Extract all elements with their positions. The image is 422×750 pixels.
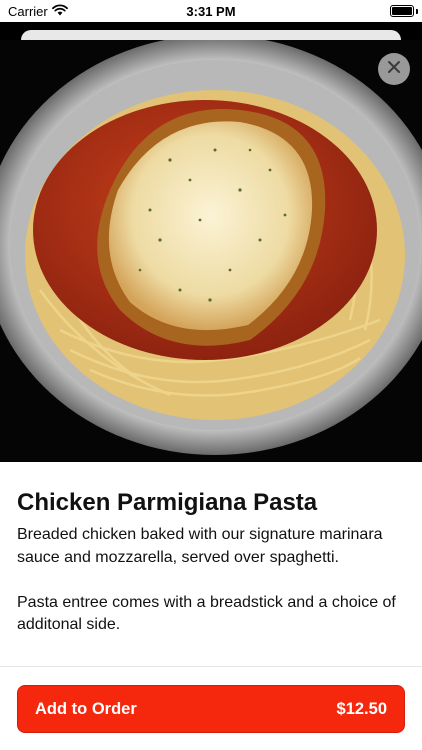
- close-icon: [387, 60, 401, 79]
- dish-photo: [0, 40, 422, 462]
- add-to-order-button[interactable]: Add to Order $12.50: [17, 685, 405, 733]
- item-title: Chicken Parmigiana Pasta: [17, 489, 318, 516]
- dish-illustration: [0, 40, 422, 462]
- divider: [0, 666, 422, 667]
- battery-icon: [390, 5, 414, 17]
- item-details: Chicken Parmigiana Pasta Breaded chicken…: [0, 462, 422, 750]
- close-button[interactable]: [378, 53, 410, 85]
- battery-tip: [416, 9, 418, 14]
- item-description: Breaded chicken baked with our signature…: [17, 526, 396, 633]
- status-time: 3:31 PM: [186, 4, 236, 19]
- item-price: $12.50: [336, 699, 387, 718]
- add-to-order-label: Add to Order: [35, 699, 137, 718]
- status-bar: Carrier 3:31 PM: [0, 0, 422, 22]
